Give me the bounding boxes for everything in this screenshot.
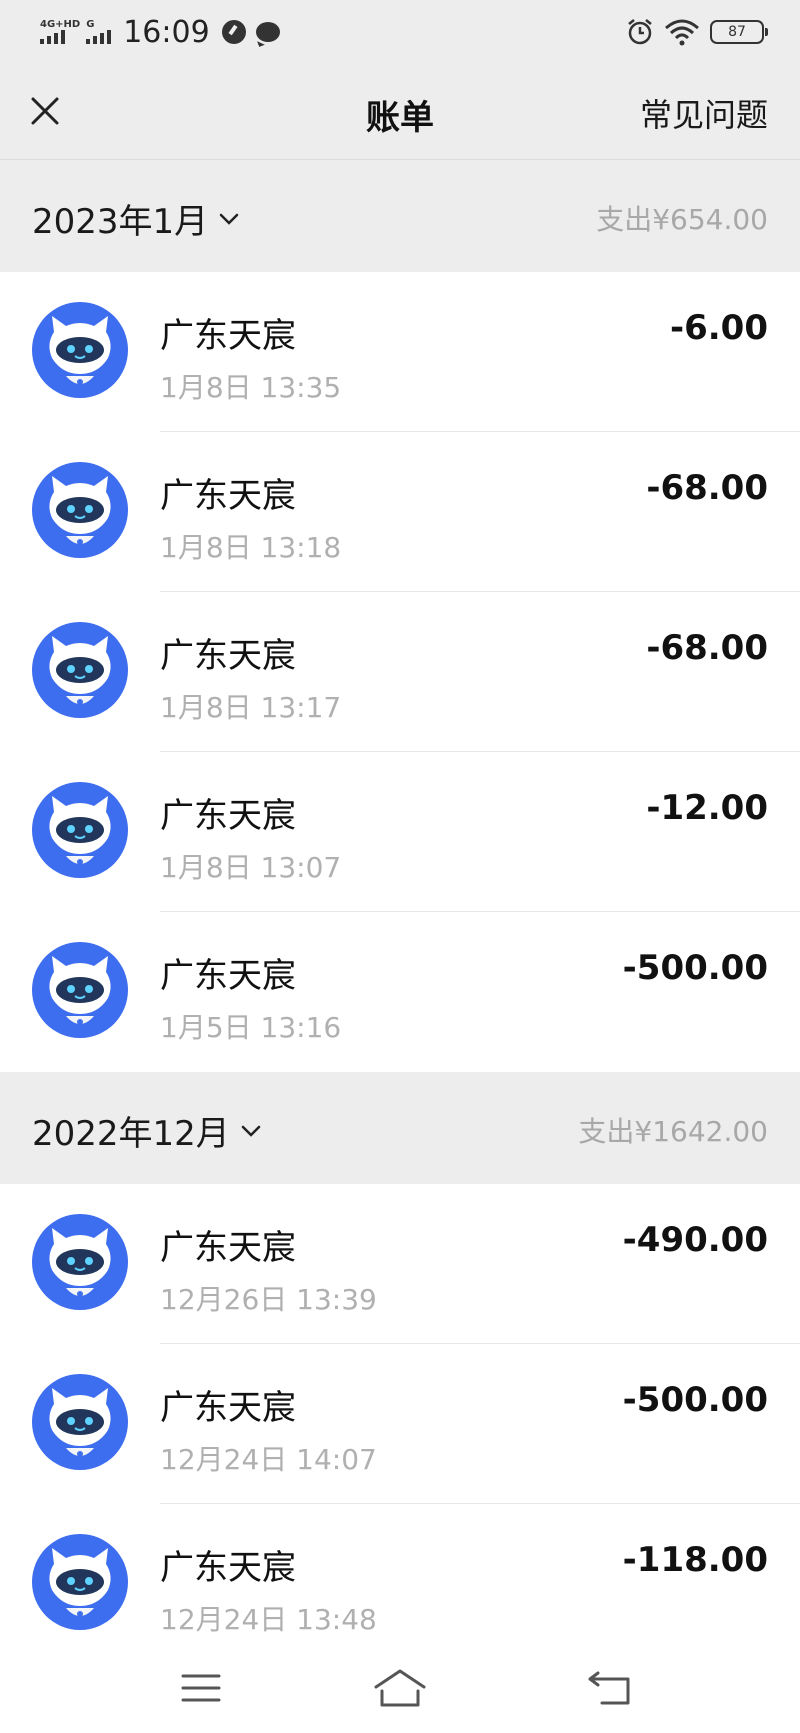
chat-bubble-icon [255,22,280,42]
month-header: 2022年12月 支出¥1642.00 [0,1072,800,1184]
merchant-avatar-icon [32,942,128,1038]
transaction-amount: -68.00 [646,468,768,508]
list-item[interactable]: 广东天宸 1月8日 13:35 -6.00 [0,272,800,432]
transaction-time: 1月8日 13:35 [160,371,342,404]
status-bar: 4G+HD G 16:09 87 [0,0,800,64]
merchant-avatar-icon [32,302,128,398]
transaction-time: 1月8日 13:18 [160,531,342,564]
transaction-amount: -490.00 [622,1220,768,1260]
signal-1: 4G+HD [40,20,80,44]
merchant-avatar-icon [32,1534,128,1630]
merchant-name: 广东天宸 [160,476,296,516]
transaction-amount: -500.00 [622,948,768,988]
battery-icon: 87 [710,20,768,44]
merchant-avatar-icon [32,782,128,878]
nav-bar: 账单 常见问题 [0,64,800,160]
list-item[interactable]: 广东天宸 12月26日 13:39 -490.00 [0,1184,800,1344]
merchant-avatar-icon [32,462,128,558]
transaction-time: 12月26日 13:39 [160,1283,377,1316]
home-icon[interactable] [370,1663,430,1713]
list-item[interactable]: 广东天宸 1月8日 13:17 -68.00 [0,592,800,752]
merchant-avatar-icon [32,1374,128,1470]
merchant-avatar-icon [32,622,128,718]
transaction-amount: -68.00 [646,628,768,668]
merchant-name: 广东天宸 [160,636,296,676]
month-total: 支出¥1642.00 [578,1115,768,1148]
menu-icon[interactable] [171,1663,231,1713]
alarm-icon [628,19,652,45]
status-left: 4G+HD G 16:09 [40,12,280,52]
transaction-time: 1月5日 13:16 [160,1011,342,1044]
transaction-time: 1月8日 13:17 [160,691,342,724]
signal-bars-icon [40,30,65,44]
transaction-time: 12月24日 14:07 [160,1443,377,1476]
list-item[interactable]: 广东天宸 1月8日 13:07 -12.00 [0,752,800,912]
wifi-icon [665,19,699,46]
merchant-name: 广东天宸 [160,956,296,996]
merchant-name: 广东天宸 [160,1228,296,1268]
month-label: 2023年1月 [32,202,209,242]
merchant-name: 广东天宸 [160,1548,296,1588]
signal-bars-icon [86,30,112,44]
transaction-amount: -500.00 [622,1380,768,1420]
month-header: 2023年1月 支出¥654.00 [0,160,800,272]
month-total: 支出¥654.00 [596,203,768,236]
signal-2: G [86,19,112,44]
merchant-avatar-icon [32,1214,128,1310]
compass-icon [221,20,246,44]
status-time: 16:09 [123,14,210,50]
system-nav-bar [0,1633,800,1733]
list-item[interactable]: 广东天宸 1月5日 13:16 -500.00 [0,912,800,1072]
chevron-down-icon [219,213,239,225]
network-type-1: 4G+HD [40,19,81,30]
transaction-amount: -118.00 [622,1540,768,1580]
merchant-name: 广东天宸 [160,316,296,356]
chevron-down-icon [241,1125,261,1137]
faq-link[interactable]: 常见问题 [640,90,768,136]
transaction-amount: -6.00 [670,308,768,348]
transaction-amount: -12.00 [646,788,768,828]
month-selector[interactable]: 2022年12月 [32,1106,262,1155]
back-icon[interactable] [580,1663,640,1713]
list-item[interactable]: 广东天宸 12月24日 14:07 -500.00 [0,1344,800,1504]
status-right: 87 [626,14,768,50]
transaction-time: 1月8日 13:07 [160,851,342,884]
month-label: 2022年12月 [32,1114,230,1154]
merchant-name: 广东天宸 [160,1388,296,1428]
list-item[interactable]: 广东天宸 1月8日 13:18 -68.00 [0,432,800,592]
merchant-name: 广东天宸 [160,796,296,836]
network-type-2: G [86,19,95,30]
transaction-time: 12月24日 13:48 [160,1603,377,1636]
month-selector[interactable]: 2023年1月 [32,194,240,243]
